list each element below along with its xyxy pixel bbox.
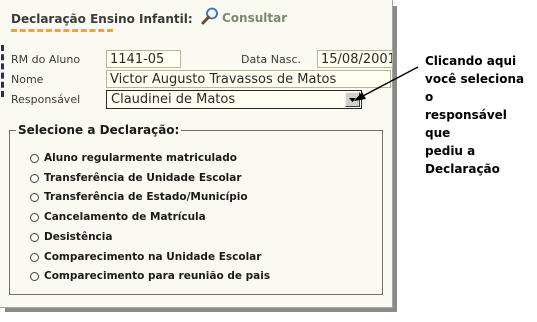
callout-line: responsável que [425,108,507,140]
callout-text: Clicando aqui você seleciona o responsáv… [425,52,535,178]
callout-line: você seleciona o [425,72,525,104]
callout-line: pediu a Declaração [425,144,500,176]
callout-line: Clicando aqui [425,54,517,68]
